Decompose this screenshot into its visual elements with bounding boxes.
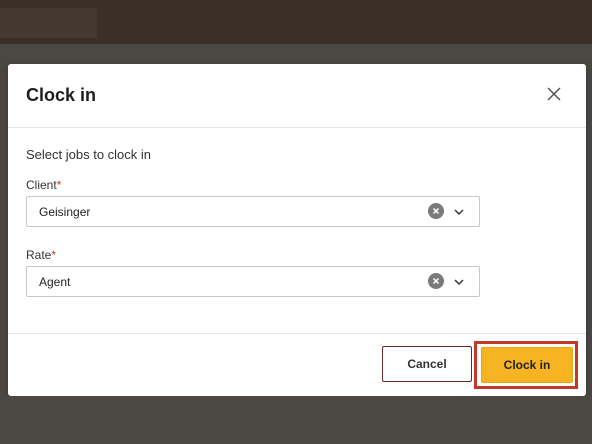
client-required-marker: * bbox=[56, 178, 62, 192]
rate-label: Rate* bbox=[26, 248, 56, 262]
cancel-button[interactable]: Cancel bbox=[382, 346, 472, 382]
clock-in-button[interactable]: Clock in bbox=[481, 347, 573, 383]
app-background-bottom bbox=[0, 396, 592, 444]
client-select-value: Geisinger bbox=[39, 205, 91, 219]
rate-select-value: Agent bbox=[39, 275, 71, 289]
rate-label-text: Rate bbox=[26, 248, 52, 262]
client-clear-icon[interactable] bbox=[428, 203, 444, 219]
rate-required-marker: * bbox=[51, 248, 57, 262]
rate-clear-icon[interactable] bbox=[428, 273, 444, 289]
dialog-title: Clock in bbox=[26, 85, 97, 105]
close-button[interactable] bbox=[544, 84, 564, 104]
client-label-text: Client bbox=[26, 178, 57, 192]
app-header-tab bbox=[0, 8, 97, 38]
client-select[interactable]: Geisinger bbox=[26, 196, 480, 227]
dialog-footer: Cancel Clock in bbox=[8, 333, 586, 397]
dialog-subtitle: Select jobs to clock in bbox=[26, 147, 152, 162]
rate-select[interactable]: Agent bbox=[26, 266, 480, 297]
client-chevron-down-icon[interactable] bbox=[453, 205, 465, 217]
rate-chevron-down-icon[interactable] bbox=[453, 275, 465, 287]
client-label: Client* bbox=[26, 178, 61, 192]
clock-in-dialog: Clock in Select jobs to clock in Client*… bbox=[8, 64, 586, 396]
close-icon bbox=[547, 87, 561, 101]
dialog-header: Clock in bbox=[8, 64, 586, 128]
app-header bbox=[0, 0, 592, 44]
